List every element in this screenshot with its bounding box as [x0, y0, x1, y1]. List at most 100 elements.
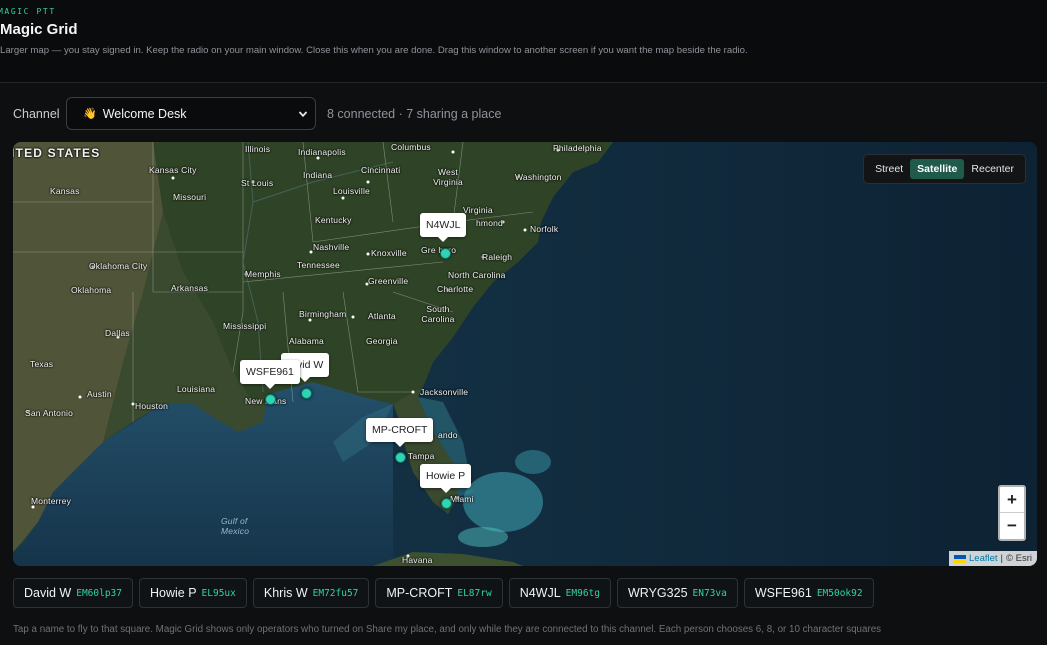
operator-grid: EM72fu57: [312, 587, 359, 599]
marker-dot-mp-croft[interactable]: [395, 452, 406, 463]
map-label-houston: Houston: [135, 401, 169, 411]
map-label-oklahoma-city: Oklahoma City: [89, 261, 148, 271]
map-label-miami: Miami: [450, 494, 474, 504]
map-label-philadelphia: Philadelphia: [553, 143, 602, 153]
map-label-st-louis: St Louis: [241, 178, 274, 188]
map-label-louisville: Louisville: [333, 186, 370, 196]
channel-select[interactable]: 👋 Welcome Desk: [66, 97, 316, 130]
map-label-kansas: Kansas: [50, 186, 80, 196]
map-label-knoxville: Knoxville: [371, 248, 407, 258]
marker-dot-n4wjl[interactable]: [440, 248, 451, 259]
map-label-jacksonville: Jacksonville: [420, 387, 469, 397]
map-label-north-carolina: North Carolina: [448, 270, 506, 280]
map-label-texas: Texas: [30, 359, 54, 369]
operator-grid: EM60lp37: [76, 587, 122, 599]
map-label-charlotte: Charlotte: [437, 284, 474, 294]
map-label-mississippi: Mississippi: [223, 321, 267, 331]
map-label-raleigh: Raleigh: [482, 252, 513, 262]
channel-row: Channel: [13, 97, 60, 130]
map-label-illinois: Illinois: [245, 144, 271, 154]
operator-name: Khris W: [263, 586, 308, 600]
zoom-out-button[interactable]: −: [1000, 513, 1024, 539]
map-label-united-states: ITED STATES: [13, 146, 101, 160]
street-button[interactable]: Street: [868, 159, 910, 179]
page-title: Magic Grid: [0, 21, 78, 38]
zoom-control: + −: [998, 485, 1026, 541]
operator-grid: EN73va: [692, 587, 727, 599]
operator-chip[interactable]: N4WJL EM96tg: [508, 578, 611, 608]
channel-label: Channel: [13, 106, 60, 121]
operator-chip[interactable]: MP-CROFT EL87rw: [375, 578, 503, 608]
map-label-indianapolis: Indianapolis: [298, 147, 346, 157]
connection-status: 8 connected · 7 sharing a place: [327, 107, 502, 121]
map-label-south-carolina: South Carolina: [421, 304, 455, 324]
map-label-oklahoma: Oklahoma: [71, 285, 112, 295]
map-label-greenville: Greenville: [368, 276, 409, 286]
zoom-in-button[interactable]: +: [1000, 487, 1024, 513]
map-view[interactable]: ITED STATES Illinois Indianapolis Columb…: [13, 142, 1037, 566]
map-label-atlanta: Atlanta: [368, 311, 396, 321]
chevron-down-icon: [298, 111, 308, 118]
map-label-kentucky: Kentucky: [315, 215, 352, 225]
satellite-button[interactable]: Satellite: [910, 159, 965, 179]
marker-label-n4wjl[interactable]: N4WJL: [420, 213, 467, 242]
operator-grid: EL87rw: [457, 587, 492, 599]
operator-name: MP-CROFT: [386, 586, 453, 600]
map-label-missouri: Missouri: [173, 192, 207, 202]
map-label-indiana: Indiana: [303, 170, 333, 180]
operator-name: WSFE961: [754, 586, 812, 600]
operator-name: WRYG325: [628, 586, 688, 600]
map-attribution: Leaflet | © Esri: [949, 551, 1037, 566]
leaflet-link[interactable]: Leaflet: [969, 553, 998, 564]
operator-chip[interactable]: Khris W EM72fu57: [252, 578, 370, 608]
waving-hand-icon: 👋: [83, 108, 97, 120]
operator-chip[interactable]: Howie P EL95ux: [139, 578, 247, 608]
operator-grid: EM50ok92: [816, 587, 863, 599]
map-label-georgia: Georgia: [366, 336, 398, 346]
operator-chip[interactable]: WRYG325 EN73va: [617, 578, 738, 608]
marker-dot-david-w[interactable]: [301, 388, 312, 399]
map-label-virginia: Virginia: [463, 205, 493, 215]
map-label-birmingham: Birmingham: [299, 309, 347, 319]
map-label-havana: Havana: [402, 555, 433, 565]
marker-label-howie-p[interactable]: Howie P: [420, 464, 472, 493]
attribution-separator: |: [1000, 553, 1003, 564]
channel-selected-value: Welcome Desk: [102, 106, 187, 121]
satellite-map-imagery: [13, 142, 1037, 566]
operator-grid: EM96tg: [565, 587, 600, 599]
map-label-tennessee: Tennessee: [297, 260, 340, 270]
help-footnote: Tap a name to fly to that square. Magic …: [13, 624, 882, 635]
map-label-memphis: Memphis: [245, 269, 281, 279]
map-label-richmond: hmond: [476, 218, 503, 228]
operator-name: Howie P: [150, 586, 197, 600]
marker-label-wsfe961[interactable]: WSFE961: [240, 360, 300, 389]
marker-label-mp-croft[interactable]: MP-CROFT: [366, 418, 434, 447]
ukraine-flag-icon: [954, 554, 966, 563]
marker-dot-wsfe961[interactable]: [265, 394, 276, 405]
operator-name: N4WJL: [519, 586, 561, 600]
map-label-gulf-of-mexico: Gulf of Mexico: [221, 516, 250, 536]
map-label-west-virginia: West Virginia: [433, 167, 463, 187]
map-label-washington: Washington: [515, 172, 562, 182]
map-label-alabama: Alabama: [289, 336, 324, 346]
map-label-louisiana: Louisiana: [177, 384, 216, 394]
operator-chip[interactable]: David W EM60lp37: [13, 578, 133, 608]
recenter-button[interactable]: Recenter: [964, 159, 1021, 179]
map-label-cincinnati: Cincinnati: [361, 165, 401, 175]
operator-grid: EL95ux: [201, 587, 236, 599]
app-eyebrow: MAGIC PTT: [0, 7, 56, 16]
map-label-norfolk: Norfolk: [530, 224, 559, 234]
map-layer-controls: Street Satellite Recenter: [863, 154, 1026, 184]
esri-attribution: © Esri: [1006, 553, 1032, 564]
operator-name: David W: [24, 586, 72, 600]
map-label-tampa: Tampa: [408, 451, 435, 461]
map-label-nashville: Nashville: [313, 242, 350, 252]
map-label-dallas: Dallas: [105, 328, 130, 338]
map-label-monterrey: Monterrey: [31, 496, 72, 506]
map-label-columbus: Columbus: [391, 142, 431, 152]
page-subtitle: Larger map — you stay signed in. Keep th…: [0, 45, 748, 56]
map-label-arkansas: Arkansas: [171, 283, 209, 293]
operator-chip[interactable]: WSFE961 EM50ok92: [743, 578, 874, 608]
map-label-san-antonio: San Antonio: [25, 408, 74, 418]
marker-dot-howie-p[interactable]: [441, 498, 452, 509]
